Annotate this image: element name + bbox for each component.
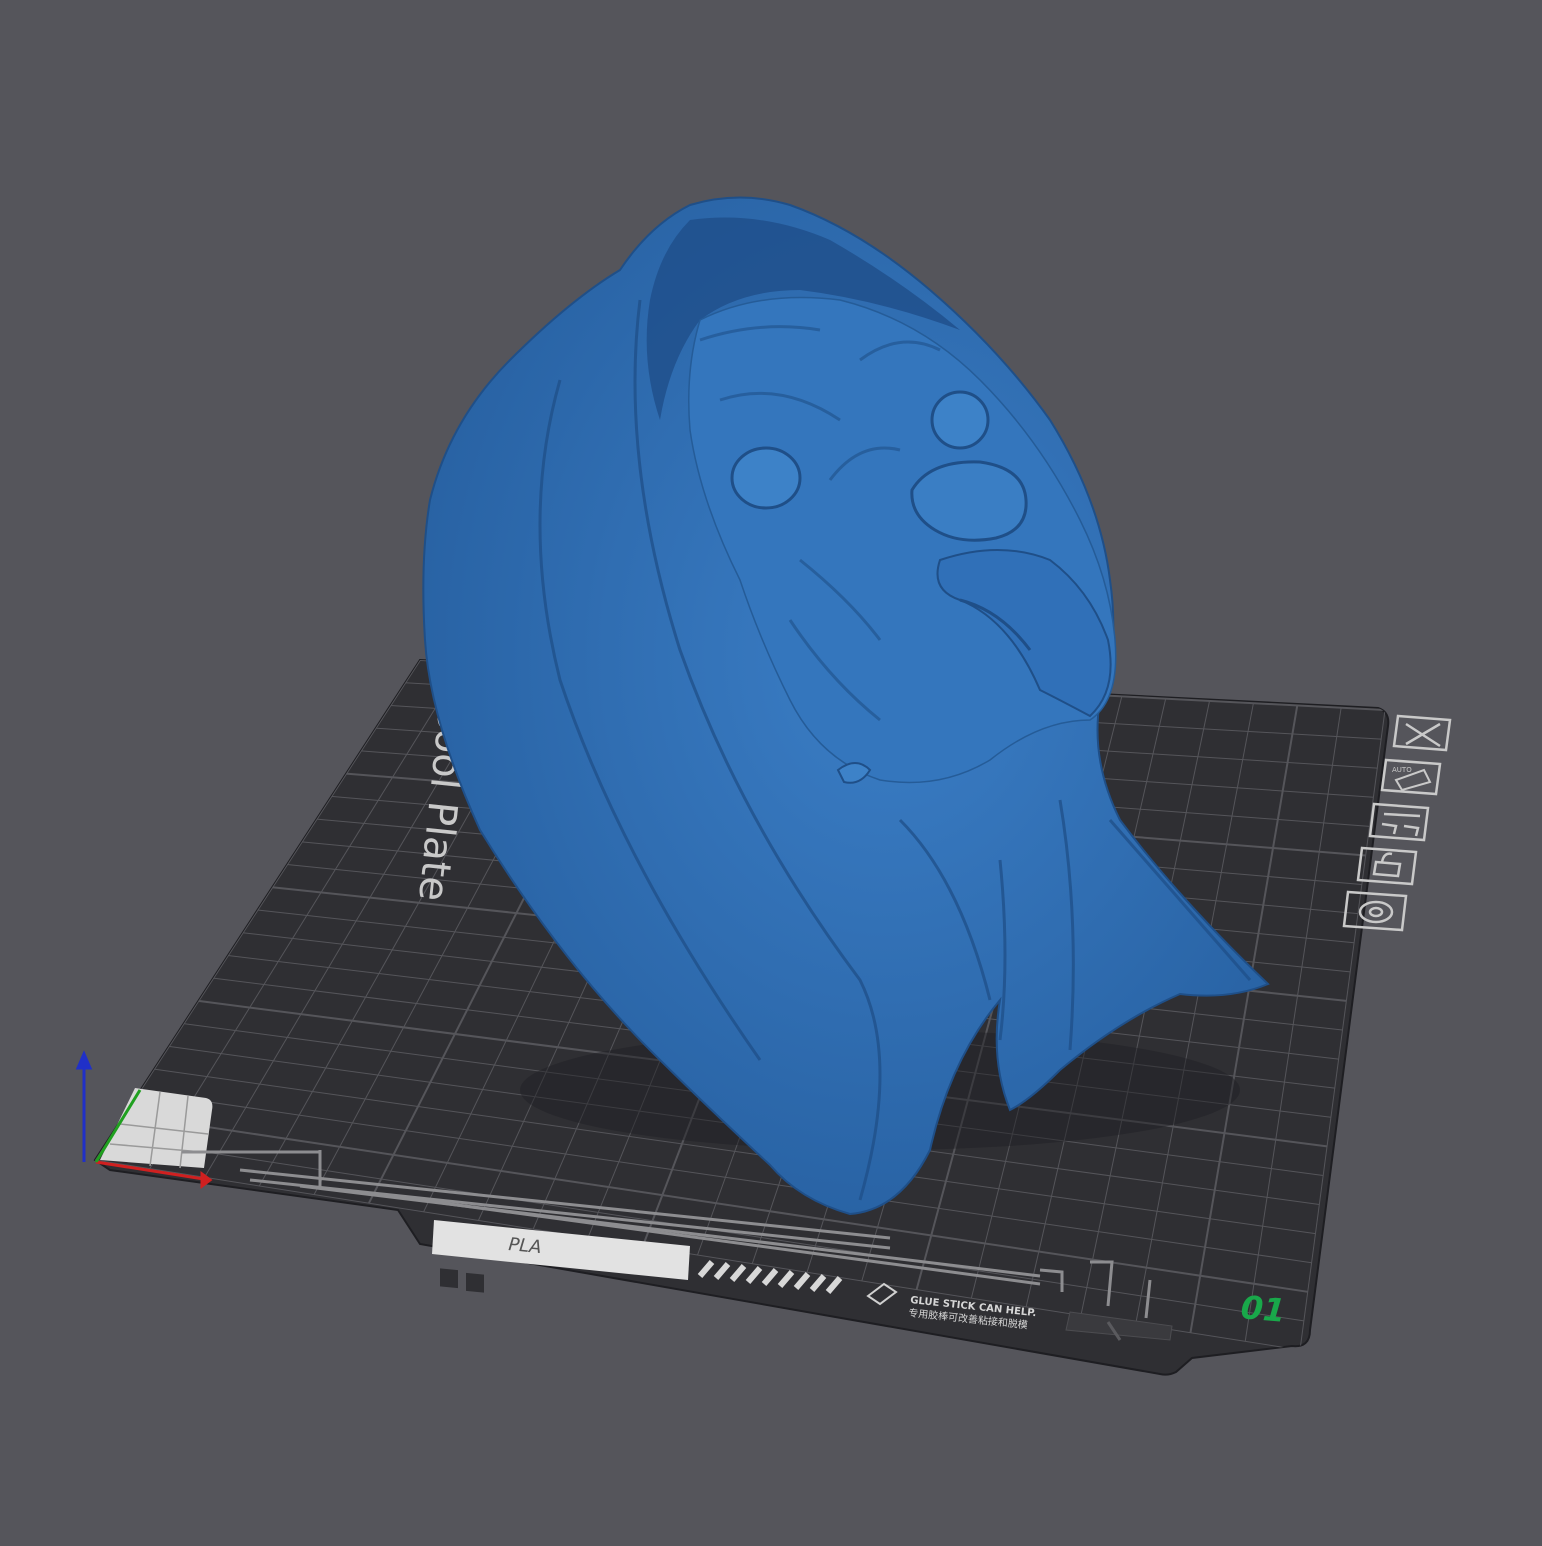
close-icon[interactable] — [1392, 714, 1452, 752]
arrange-icon[interactable] — [1368, 802, 1430, 842]
auto-orient-icon[interactable]: AUTO — [1380, 758, 1442, 796]
auto-orient-text: AUTO — [1392, 766, 1412, 774]
plate-number[interactable]: 01 — [1239, 1288, 1287, 1330]
3d-viewport[interactable]: PLA GLUE STICK CAN HELP. 专用胶棒可改善粘接和脱模 Co… — [0, 0, 1542, 1542]
dog-eye-left — [730, 446, 802, 510]
material-label: PLA — [508, 1234, 543, 1258]
dog-eye-right — [930, 390, 990, 450]
